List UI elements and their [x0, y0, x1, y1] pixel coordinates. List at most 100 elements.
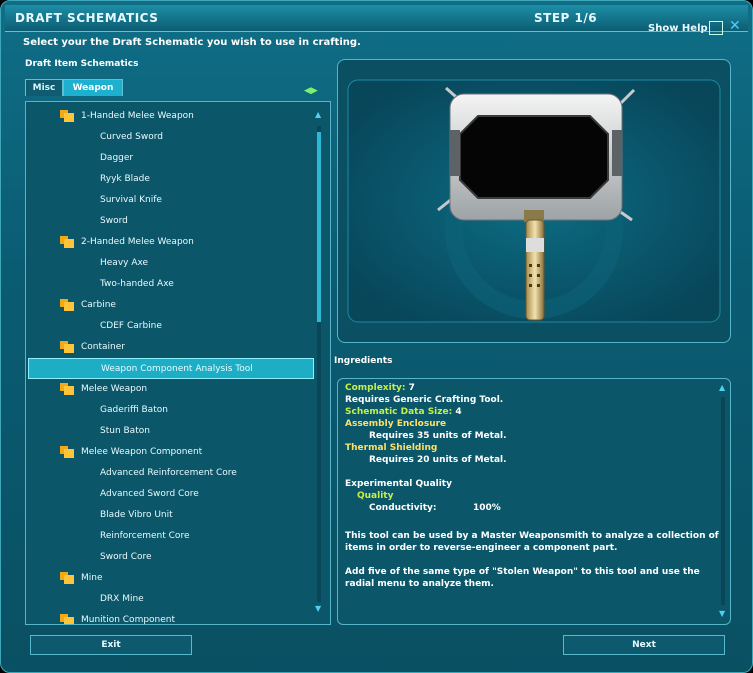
- draft-schematics-window: DRAFT SCHEMATICS STEP 1/6 Show Help ✕ Se…: [0, 0, 753, 673]
- step-indicator: STEP 1/6: [534, 11, 598, 25]
- tree-category[interactable]: Munition Component: [28, 610, 314, 625]
- tree-item[interactable]: Stun Baton: [28, 421, 314, 442]
- schematic-tree: 1-Handed Melee Weapon Curved Sword Dagger R…: [25, 101, 331, 625]
- folder-icon: [60, 383, 74, 395]
- description-line: items in order to reverse-engineer a com…: [345, 543, 618, 553]
- tree-item[interactable]: Advanced Reinforcement Core: [28, 463, 314, 484]
- tree-label: DRX Mine: [100, 594, 144, 604]
- folder-icon: [60, 341, 74, 353]
- complexity-label: Complexity:: [345, 383, 406, 393]
- tree-item[interactable]: Survival Knife: [28, 190, 314, 211]
- data-size-value: 4: [455, 407, 462, 417]
- scroll-thumb[interactable]: [317, 132, 321, 322]
- ingredients-title: Ingredients: [334, 356, 393, 366]
- tree-label: Blade Vibro Unit: [100, 510, 173, 520]
- tree-item[interactable]: Advanced Sword Core: [28, 484, 314, 505]
- tree-label: Mine: [81, 573, 103, 583]
- instruction-text: Select your the Draft Schematic you wish…: [23, 37, 361, 48]
- folder-icon: [60, 110, 74, 122]
- tree-item[interactable]: Two-handed Axe: [28, 274, 314, 295]
- tree-label: Reinforcement Core: [100, 531, 190, 541]
- scroll-up-icon[interactable]: ▲: [315, 110, 321, 119]
- folder-icon: [60, 299, 74, 311]
- ingredients-panel: Complexity: 7 Requires Generic Crafting …: [337, 378, 731, 625]
- tree-category[interactable]: Carbine: [28, 295, 314, 316]
- tree-label: Ryyk Blade: [100, 174, 150, 184]
- next-button[interactable]: Next: [563, 635, 725, 655]
- scroll-down-icon[interactable]: ▼: [719, 609, 725, 618]
- tree-label: Advanced Reinforcement Core: [100, 468, 237, 478]
- tree-item[interactable]: Ryyk Blade: [28, 169, 314, 190]
- description-line: radial menu to analyze them.: [345, 579, 494, 589]
- requires-tool-text: Requires Generic Crafting Tool.: [345, 395, 504, 405]
- description-line: Add five of the same type of "Stolen Wea…: [345, 567, 700, 577]
- tab-weapon[interactable]: Weapon: [63, 79, 123, 96]
- thermal-shielding-label: Thermal Shielding: [345, 443, 438, 453]
- tree-label: Weapon Component Analysis Tool: [101, 364, 253, 374]
- tree-item[interactable]: Gaderiffi Baton: [28, 400, 314, 421]
- experimental-quality-label: Experimental Quality: [345, 479, 452, 489]
- tree-label: Munition Component: [81, 615, 176, 625]
- tree-label: Carbine: [81, 300, 116, 310]
- thermal-requirement: Requires 20 units of Metal.: [369, 455, 507, 465]
- tree-label: Advanced Sword Core: [100, 489, 199, 499]
- tree-label: Sword Core: [100, 552, 152, 562]
- tree-label: 1-Handed Melee Weapon: [81, 111, 194, 121]
- tree-item[interactable]: CDEF Carbine: [28, 316, 314, 337]
- tree-item[interactable]: Heavy Axe: [28, 253, 314, 274]
- schematic-preview: [337, 59, 731, 343]
- tree-label: Dagger: [100, 153, 134, 163]
- window-title: DRAFT SCHEMATICS: [15, 11, 159, 25]
- folder-icon: [60, 614, 74, 624]
- tree-label: Melee Weapon Component: [81, 447, 203, 457]
- exit-button[interactable]: Exit: [30, 635, 192, 655]
- tree-category[interactable]: Container: [28, 337, 314, 358]
- complexity-value: 7: [408, 383, 415, 393]
- tree-label: Survival Knife: [100, 195, 162, 205]
- assembly-enclosure-label: Assembly Enclosure: [345, 419, 447, 429]
- tree-label: Sword: [100, 216, 128, 226]
- show-help-label: Show Help: [648, 23, 708, 34]
- tree-item[interactable]: Sword Core: [28, 547, 314, 568]
- folder-icon: [60, 236, 74, 248]
- close-icon[interactable]: ✕: [729, 18, 741, 34]
- tree-label: 2-Handed Melee Weapon: [81, 237, 194, 247]
- tree-item[interactable]: Blade Vibro Unit: [28, 505, 314, 526]
- tree-category[interactable]: Melee Weapon: [28, 379, 314, 400]
- tree-label: Container: [81, 342, 125, 352]
- tree-item[interactable]: Curved Sword: [28, 127, 314, 148]
- tree-label: Curved Sword: [100, 132, 163, 142]
- tree-item[interactable]: Sword: [28, 211, 314, 232]
- tree-item[interactable]: Dagger: [28, 148, 314, 169]
- tree-item[interactable]: Reinforcement Core: [28, 526, 314, 547]
- data-size-line: Schematic Data Size: 4: [345, 407, 462, 417]
- analysis-tool-image: [347, 79, 721, 323]
- description-line: This tool can be used by a Master Weapon…: [345, 531, 719, 541]
- tree-category[interactable]: Melee Weapon Component: [28, 442, 314, 463]
- tree-category[interactable]: 2-Handed Melee Weapon: [28, 232, 314, 253]
- assembly-requirement: Requires 35 units of Metal.: [369, 431, 507, 441]
- conductivity-label: Conductivity:: [369, 503, 437, 513]
- tree-category[interactable]: 1-Handed Melee Weapon: [28, 106, 314, 127]
- tree-item[interactable]: Weapon Component Analysis Tool: [28, 358, 314, 379]
- scroll-track[interactable]: [721, 397, 725, 605]
- scroll-up-icon[interactable]: ▲: [719, 383, 725, 392]
- show-help-checkbox[interactable]: [709, 21, 723, 35]
- tree-item[interactable]: DRX Mine: [28, 589, 314, 610]
- tree-label: Gaderiffi Baton: [100, 405, 168, 415]
- folder-icon: [60, 572, 74, 584]
- folder-icon: [60, 446, 74, 458]
- complexity-line: Complexity: 7: [345, 383, 415, 393]
- tree-label: Melee Weapon: [81, 384, 148, 394]
- info-scrollbar[interactable]: ▲ ▼: [719, 383, 727, 619]
- tree-label: CDEF Carbine: [100, 321, 162, 331]
- tab-misc[interactable]: Misc: [25, 79, 63, 96]
- scroll-down-icon[interactable]: ▼: [315, 604, 321, 613]
- tree-label: Two-handed Axe: [100, 279, 174, 289]
- tree-scrollbar[interactable]: ▲ ▼: [315, 110, 323, 618]
- tree-category[interactable]: Mine: [28, 568, 314, 589]
- data-size-label: Schematic Data Size:: [345, 407, 453, 417]
- collapse-arrows-icon[interactable]: ◀▶: [304, 86, 318, 96]
- draft-item-schematics-label: Draft Item Schematics: [25, 59, 139, 69]
- tree-label: Heavy Axe: [100, 258, 149, 268]
